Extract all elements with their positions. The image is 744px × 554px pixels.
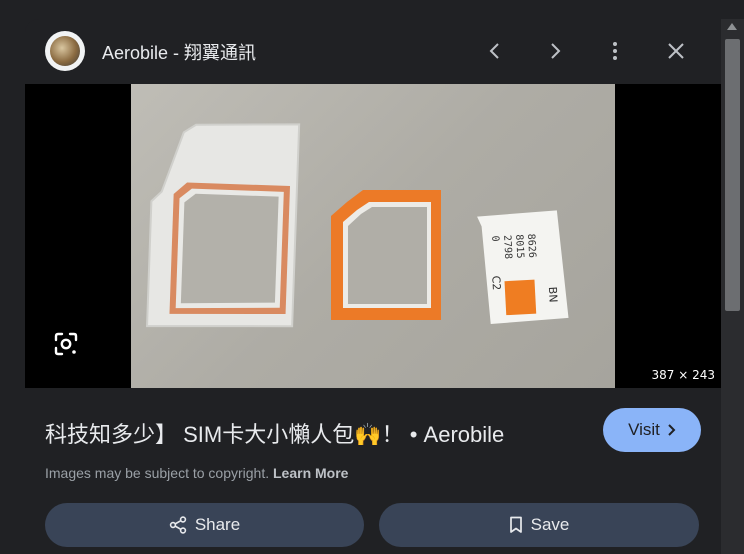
scroll-up-arrow-icon[interactable] xyxy=(727,23,737,30)
learn-more-link[interactable]: Learn More xyxy=(273,465,348,481)
image-preview-area[interactable]: 8626 8015 2798 0 C2 BN 387 × 243 xyxy=(25,84,721,388)
image-dimensions: 387 × 243 xyxy=(651,368,716,382)
chevron-right-icon xyxy=(668,424,676,436)
image-caption[interactable]: 科技知多少】 SIM卡大小懶人包🙌！ • Aerobile xyxy=(45,417,504,449)
site-favicon[interactable] xyxy=(45,31,85,71)
visit-button[interactable]: Visit xyxy=(603,408,701,452)
scrollbar-thumb[interactable] xyxy=(725,39,740,311)
visit-label: Visit xyxy=(628,420,660,439)
share-icon xyxy=(169,516,187,534)
svg-text:C2: C2 xyxy=(489,275,503,290)
close-icon xyxy=(668,43,684,59)
previous-button[interactable] xyxy=(480,36,510,66)
chevron-left-icon xyxy=(489,43,499,59)
sim-cards-photo[interactable]: 8626 8015 2798 0 C2 BN xyxy=(131,84,615,388)
svg-text:0: 0 xyxy=(489,235,500,242)
close-button[interactable] xyxy=(661,36,691,66)
copyright-notice: Images may be subject to copyright. Lear… xyxy=(45,465,348,481)
copyright-text: Images may be subject to copyright. xyxy=(45,465,273,481)
svg-text:8626: 8626 xyxy=(525,234,537,259)
image-viewer-panel: Aerobile - 翔翼通訊 8626 8015 2798 0 C2 BN 3… xyxy=(25,19,721,554)
viewer-header: Aerobile - 翔翼通訊 xyxy=(25,19,721,84)
scrollbar[interactable] xyxy=(721,19,744,554)
bookmark-icon xyxy=(509,516,522,533)
favicon-image xyxy=(50,36,80,66)
svg-text:2798: 2798 xyxy=(501,235,513,260)
lens-search-button[interactable] xyxy=(51,329,81,359)
share-button[interactable]: Share xyxy=(45,503,364,547)
google-lens-icon xyxy=(54,332,78,356)
next-button[interactable] xyxy=(540,36,570,66)
more-options-button[interactable] xyxy=(600,36,630,66)
site-title[interactable]: Aerobile - 翔翼通訊 xyxy=(102,39,256,65)
chevron-right-icon xyxy=(551,43,561,59)
save-label: Save xyxy=(530,515,570,534)
save-button[interactable]: Save xyxy=(379,503,699,547)
more-vert-icon xyxy=(613,42,617,60)
svg-text:BN: BN xyxy=(546,286,560,302)
share-label: Share xyxy=(194,515,241,534)
svg-text:8015: 8015 xyxy=(513,234,525,259)
sim-cards-illustration: 8626 8015 2798 0 C2 BN xyxy=(145,123,569,328)
